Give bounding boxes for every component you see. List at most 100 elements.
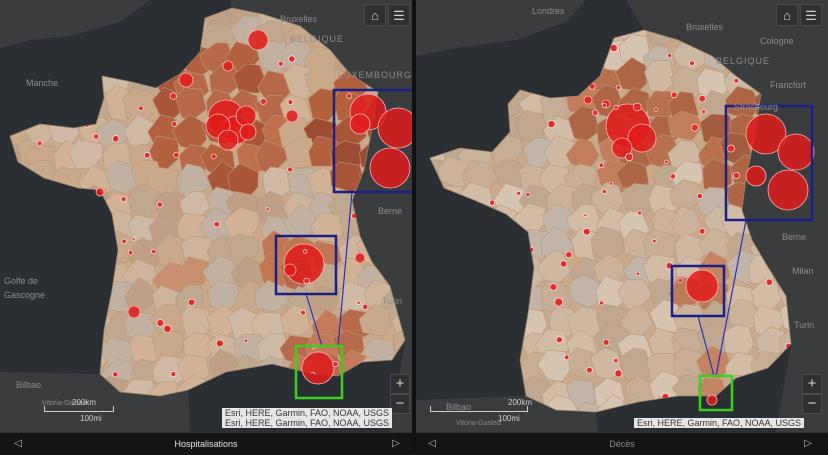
data-dot [587, 367, 593, 373]
map-view[interactable]: Bruxelles BELGIQUE LUXEMBOURG Manche Ber… [0, 0, 412, 432]
data-dot [593, 110, 599, 116]
data-dot [113, 372, 118, 377]
data-dot [132, 238, 135, 241]
attribution-line: Esri, HERE, Garmin, FAO, NOAA, USGS [637, 418, 801, 428]
data-dot [615, 370, 622, 377]
data-dot [333, 361, 339, 367]
layer-title: Hospitalisations [30, 433, 382, 455]
data-dot [556, 337, 562, 343]
attribution-line: Esri, HERE, Garmin, FAO, NOAA, USGS [225, 418, 389, 428]
data-dot [128, 251, 132, 255]
data-bubble [768, 170, 808, 210]
data-dot [699, 228, 705, 234]
layer-list-icon: ☰ [393, 8, 405, 23]
home-button[interactable]: ⌂ [776, 4, 798, 26]
data-dot [614, 359, 618, 363]
place-label: Berne [782, 232, 806, 242]
layer-title: Décès [446, 433, 798, 455]
place-label: Cologne [760, 36, 794, 46]
previous-arrow-icon: ◁ [14, 438, 22, 449]
previous-arrow-icon: ◁ [428, 438, 436, 449]
data-dot [654, 108, 658, 112]
scale-label-mi: 100mi [498, 414, 520, 423]
data-dot [139, 106, 144, 111]
place-label: Vitoria-Gasteiz [456, 420, 502, 427]
next-layer-button[interactable]: ▷ [800, 433, 816, 455]
data-bubble [778, 134, 814, 170]
data-dot [702, 110, 706, 114]
data-dot [216, 340, 223, 347]
place-label: Milan [792, 266, 814, 276]
data-dot [564, 355, 569, 360]
place-label: Strasbourg [734, 102, 778, 112]
attribution[interactable]: Esri, HERE, Garmin, FAO, NOAA, USGS Esri… [222, 408, 392, 428]
data-dot [638, 211, 642, 215]
data-bubble [350, 114, 370, 134]
next-arrow-icon: ▷ [392, 438, 400, 449]
data-bubble [223, 61, 233, 71]
scale-label-mi: 100mi [80, 414, 102, 423]
place-label: Londres [532, 6, 565, 16]
data-dot [278, 61, 283, 66]
layer-list-button[interactable]: ☰ [800, 4, 822, 26]
data-dot [550, 284, 557, 291]
data-dot [653, 239, 657, 243]
data-bubble [284, 264, 296, 276]
data-dot [37, 141, 42, 146]
data-bubble [286, 110, 298, 122]
data-dot [517, 191, 521, 195]
data-dot [665, 160, 669, 164]
data-dot [733, 172, 739, 178]
zoom-in-button[interactable]: + [802, 374, 822, 394]
data-dot [526, 193, 530, 197]
data-dot [668, 54, 672, 58]
data-dot [363, 304, 368, 309]
data-bubble [302, 352, 334, 384]
data-dot [690, 61, 695, 66]
data-dot [599, 163, 604, 168]
data-dot [600, 301, 604, 305]
data-dot [548, 121, 555, 128]
data-dot [121, 197, 126, 202]
map-view[interactable]: Londres Bruxelles Cologne BELGIQUE Franc… [416, 0, 828, 432]
attribution[interactable]: Esri, HERE, Garmin, FAO, NOAA, USGS [634, 418, 804, 428]
next-arrow-icon: ▷ [804, 438, 812, 449]
map-panel-hospitalisations: Bruxelles BELGIQUE LUXEMBOURG Manche Ber… [0, 0, 412, 454]
data-dot [734, 78, 739, 83]
next-layer-button[interactable]: ▷ [388, 433, 404, 455]
data-dot [633, 103, 641, 111]
data-dot [560, 261, 566, 267]
data-bubble [707, 395, 717, 405]
data-bubble [218, 130, 238, 150]
layer-list-button[interactable]: ☰ [388, 4, 410, 26]
zoom-out-button[interactable]: − [390, 394, 410, 414]
data-bubble [179, 73, 193, 87]
home-button[interactable]: ⌂ [364, 4, 386, 26]
previous-layer-button[interactable]: ◁ [424, 433, 440, 455]
place-label: Francfort [770, 80, 806, 90]
data-dot [172, 122, 177, 127]
data-bubble [584, 96, 592, 104]
data-bubble [240, 124, 256, 140]
attribution-line: Esri, HERE, Garmin, FAO, NOAA, USGS [225, 408, 389, 418]
place-label: LUXEMBOURG [338, 70, 412, 80]
zoom-out-button[interactable]: − [802, 394, 822, 414]
data-dot [170, 93, 177, 100]
data-bubble [686, 270, 718, 302]
scale-line [430, 406, 528, 412]
data-dot [357, 301, 360, 304]
zoom-in-button[interactable]: + [390, 374, 410, 394]
data-dot [113, 136, 119, 142]
map-canvas[interactable] [0, 0, 412, 432]
data-dot [691, 124, 698, 131]
previous-layer-button[interactable]: ◁ [10, 433, 26, 455]
data-bubble [96, 188, 104, 196]
home-icon: ⌂ [783, 8, 791, 23]
data-dot [301, 310, 306, 315]
scale-label-mi-wrap: 100mi [498, 414, 520, 423]
place-label: Bruxelles [686, 22, 723, 32]
data-dot [304, 278, 310, 284]
data-dot [171, 372, 176, 377]
place-label: Bruxelles [280, 14, 317, 24]
data-dot [157, 320, 164, 327]
